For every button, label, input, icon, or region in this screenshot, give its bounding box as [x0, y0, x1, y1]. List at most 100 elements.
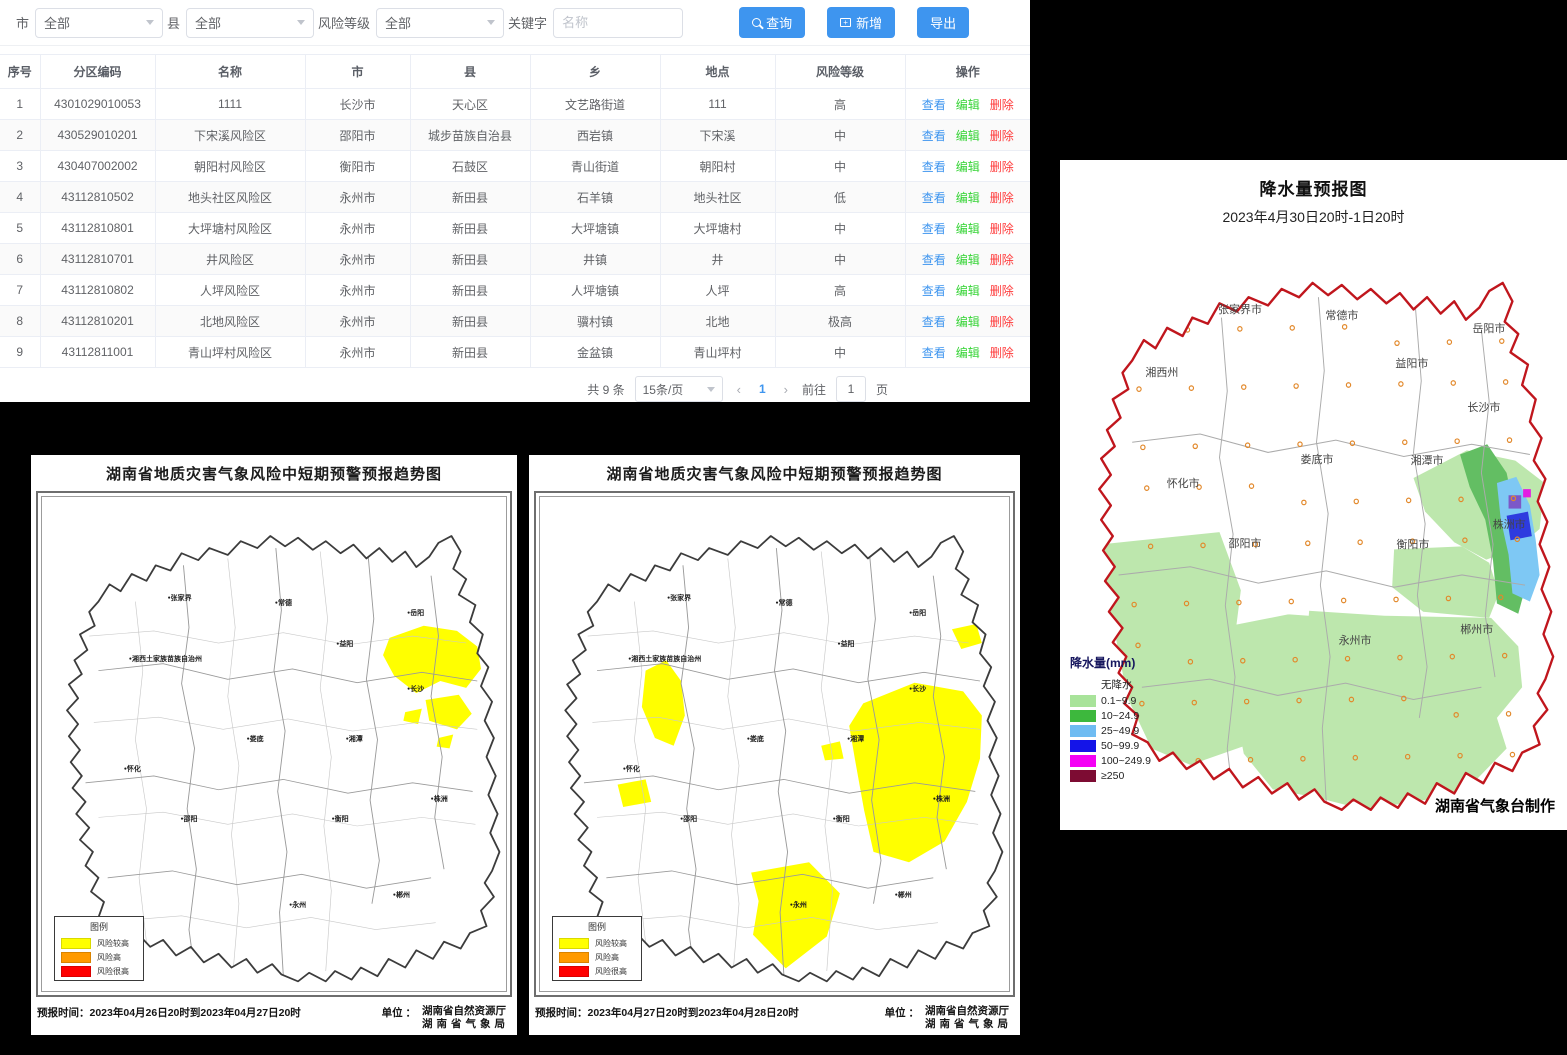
op-view-link[interactable]: 查看 — [922, 315, 946, 329]
city-label: 衡阳市 — [1396, 536, 1429, 552]
prev-page-button[interactable]: ‹ — [733, 382, 745, 397]
op-delete-link[interactable]: 删除 — [990, 222, 1014, 236]
op-edit-link[interactable]: 编辑 — [956, 160, 980, 174]
op-delete-link[interactable]: 删除 — [990, 160, 1014, 174]
export-button[interactable]: 导出 — [917, 7, 969, 38]
city-label: ●常德 — [776, 598, 793, 608]
op-view-link[interactable]: 查看 — [922, 346, 946, 360]
table-cell: 天心区 — [410, 89, 530, 120]
keyword-input[interactable] — [553, 8, 683, 38]
col-header-town: 乡 — [530, 55, 660, 89]
table-row: 843112810201北地风险区永州市新田县骥村镇北地极高查看编辑删除 — [0, 306, 1030, 337]
op-edit-link[interactable]: 编辑 — [956, 315, 980, 329]
table-cell-actions: 查看编辑删除 — [905, 306, 1030, 337]
table-cell: 1 — [0, 89, 40, 120]
rain-forecast-card: 降水量预报图 2023年4月30日20时-1日20时 降水量(mm) 无降水0.… — [1060, 160, 1567, 830]
op-edit-link[interactable]: 编辑 — [956, 346, 980, 360]
op-view-link[interactable]: 查看 — [922, 160, 946, 174]
op-view-link[interactable]: 查看 — [922, 222, 946, 236]
city-label: ●株洲 — [933, 794, 950, 804]
op-view-link[interactable]: 查看 — [922, 98, 946, 112]
table-cell: 永州市 — [305, 306, 410, 337]
city-label: ●岳阳 — [909, 608, 926, 618]
legend-swatch — [1070, 710, 1096, 722]
table-cell: 下宋溪风险区 — [155, 120, 305, 151]
table-cell-actions: 查看编辑删除 — [905, 89, 1030, 120]
col-header-no: 序号 — [0, 55, 40, 89]
table-cell: 青山街道 — [530, 151, 660, 182]
city-label: ●怀化 — [124, 764, 141, 774]
col-header-county: 县 — [410, 55, 530, 89]
op-view-link[interactable]: 查看 — [922, 253, 946, 267]
legend-label: 风险较高 — [97, 938, 129, 949]
county-select[interactable]: 全部 — [186, 8, 314, 38]
city-label: ●长沙 — [407, 684, 424, 694]
table-cell: 文艺路街道 — [530, 89, 660, 120]
city-label: ●常德 — [275, 598, 292, 608]
table-cell: 高 — [775, 89, 905, 120]
op-view-link[interactable]: 查看 — [922, 284, 946, 298]
op-edit-link[interactable]: 编辑 — [956, 284, 980, 298]
op-view-link[interactable]: 查看 — [922, 129, 946, 143]
table-cell: 大坪塘村风险区 — [155, 213, 305, 244]
table-cell: 低 — [775, 182, 905, 213]
goto-page-input[interactable] — [836, 376, 866, 402]
table-cell: 大坪塘镇 — [530, 213, 660, 244]
current-page-number[interactable]: 1 — [755, 382, 770, 396]
op-view-link[interactable]: 查看 — [922, 191, 946, 205]
table-cell: 430407002002 — [40, 151, 155, 182]
legend-label: 风险高 — [595, 952, 619, 963]
table-cell: 石鼓区 — [410, 151, 530, 182]
table-cell: 新田县 — [410, 306, 530, 337]
table-cell: 7 — [0, 275, 40, 306]
op-edit-link[interactable]: 编辑 — [956, 191, 980, 205]
county-filter-label: 县 — [167, 13, 180, 32]
op-delete-link[interactable]: 删除 — [990, 284, 1014, 298]
city-select[interactable]: 全部 — [35, 8, 163, 38]
table-cell: 8 — [0, 306, 40, 337]
op-edit-link[interactable]: 编辑 — [956, 222, 980, 236]
trend-map-card-1: 湖南省地质灾害气象风险中短期预警预报趋势图 ●张家界●常德●岳阳●湘西土家族苗族… — [31, 455, 517, 1035]
table-cell: 新田县 — [410, 337, 530, 368]
city-label: ●衡阳 — [332, 814, 349, 824]
city-label: 湘潭市 — [1411, 452, 1444, 468]
op-delete-link[interactable]: 删除 — [990, 253, 1014, 267]
legend-swatch — [559, 952, 589, 963]
page-size-value: 15条/页 — [643, 381, 684, 398]
table-row: 543112810801大坪塘村风险区永州市新田县大坪塘镇大坪塘村中查看编辑删除 — [0, 213, 1030, 244]
table-cell: 新田县 — [410, 182, 530, 213]
table-cell: 3 — [0, 151, 40, 182]
add-button[interactable]: + 新增 — [827, 7, 895, 38]
op-delete-link[interactable]: 删除 — [990, 98, 1014, 112]
op-delete-link[interactable]: 删除 — [990, 129, 1014, 143]
table-cell-actions: 查看编辑删除 — [905, 213, 1030, 244]
table-cell: 43112810201 — [40, 306, 155, 337]
legend-item: 风险很高 — [61, 966, 137, 977]
table-cell: 大坪塘村 — [660, 213, 775, 244]
city-label: 长沙市 — [1467, 399, 1500, 415]
city-label: ●长沙 — [909, 684, 926, 694]
op-edit-link[interactable]: 编辑 — [956, 253, 980, 267]
city-label: 怀化市 — [1167, 475, 1200, 491]
legend-label: 25~49.9 — [1101, 725, 1139, 737]
legend-item: 无降水 — [1070, 677, 1151, 692]
city-label: 湘西州 — [1145, 364, 1178, 380]
rain-map-title: 降水量预报图 — [1060, 175, 1567, 200]
legend-label: ≥250 — [1101, 770, 1124, 782]
op-delete-link[interactable]: 删除 — [990, 315, 1014, 329]
query-button[interactable]: 查询 — [739, 7, 805, 38]
legend-swatch — [61, 966, 91, 977]
table-cell-actions: 查看编辑删除 — [905, 182, 1030, 213]
op-delete-link[interactable]: 删除 — [990, 191, 1014, 205]
op-edit-link[interactable]: 编辑 — [956, 98, 980, 112]
next-page-button[interactable]: › — [780, 382, 792, 397]
add-button-label: 新增 — [856, 13, 882, 32]
table-cell: 111 — [660, 89, 775, 120]
op-edit-link[interactable]: 编辑 — [956, 129, 980, 143]
op-delete-link[interactable]: 删除 — [990, 346, 1014, 360]
legend-swatch — [1070, 755, 1096, 767]
risk-level-select[interactable]: 全部 — [376, 8, 504, 38]
page-size-select[interactable]: 15条/页 — [635, 376, 723, 402]
legend-title: 图例 — [55, 917, 143, 935]
table-cell: 下宋溪 — [660, 120, 775, 151]
